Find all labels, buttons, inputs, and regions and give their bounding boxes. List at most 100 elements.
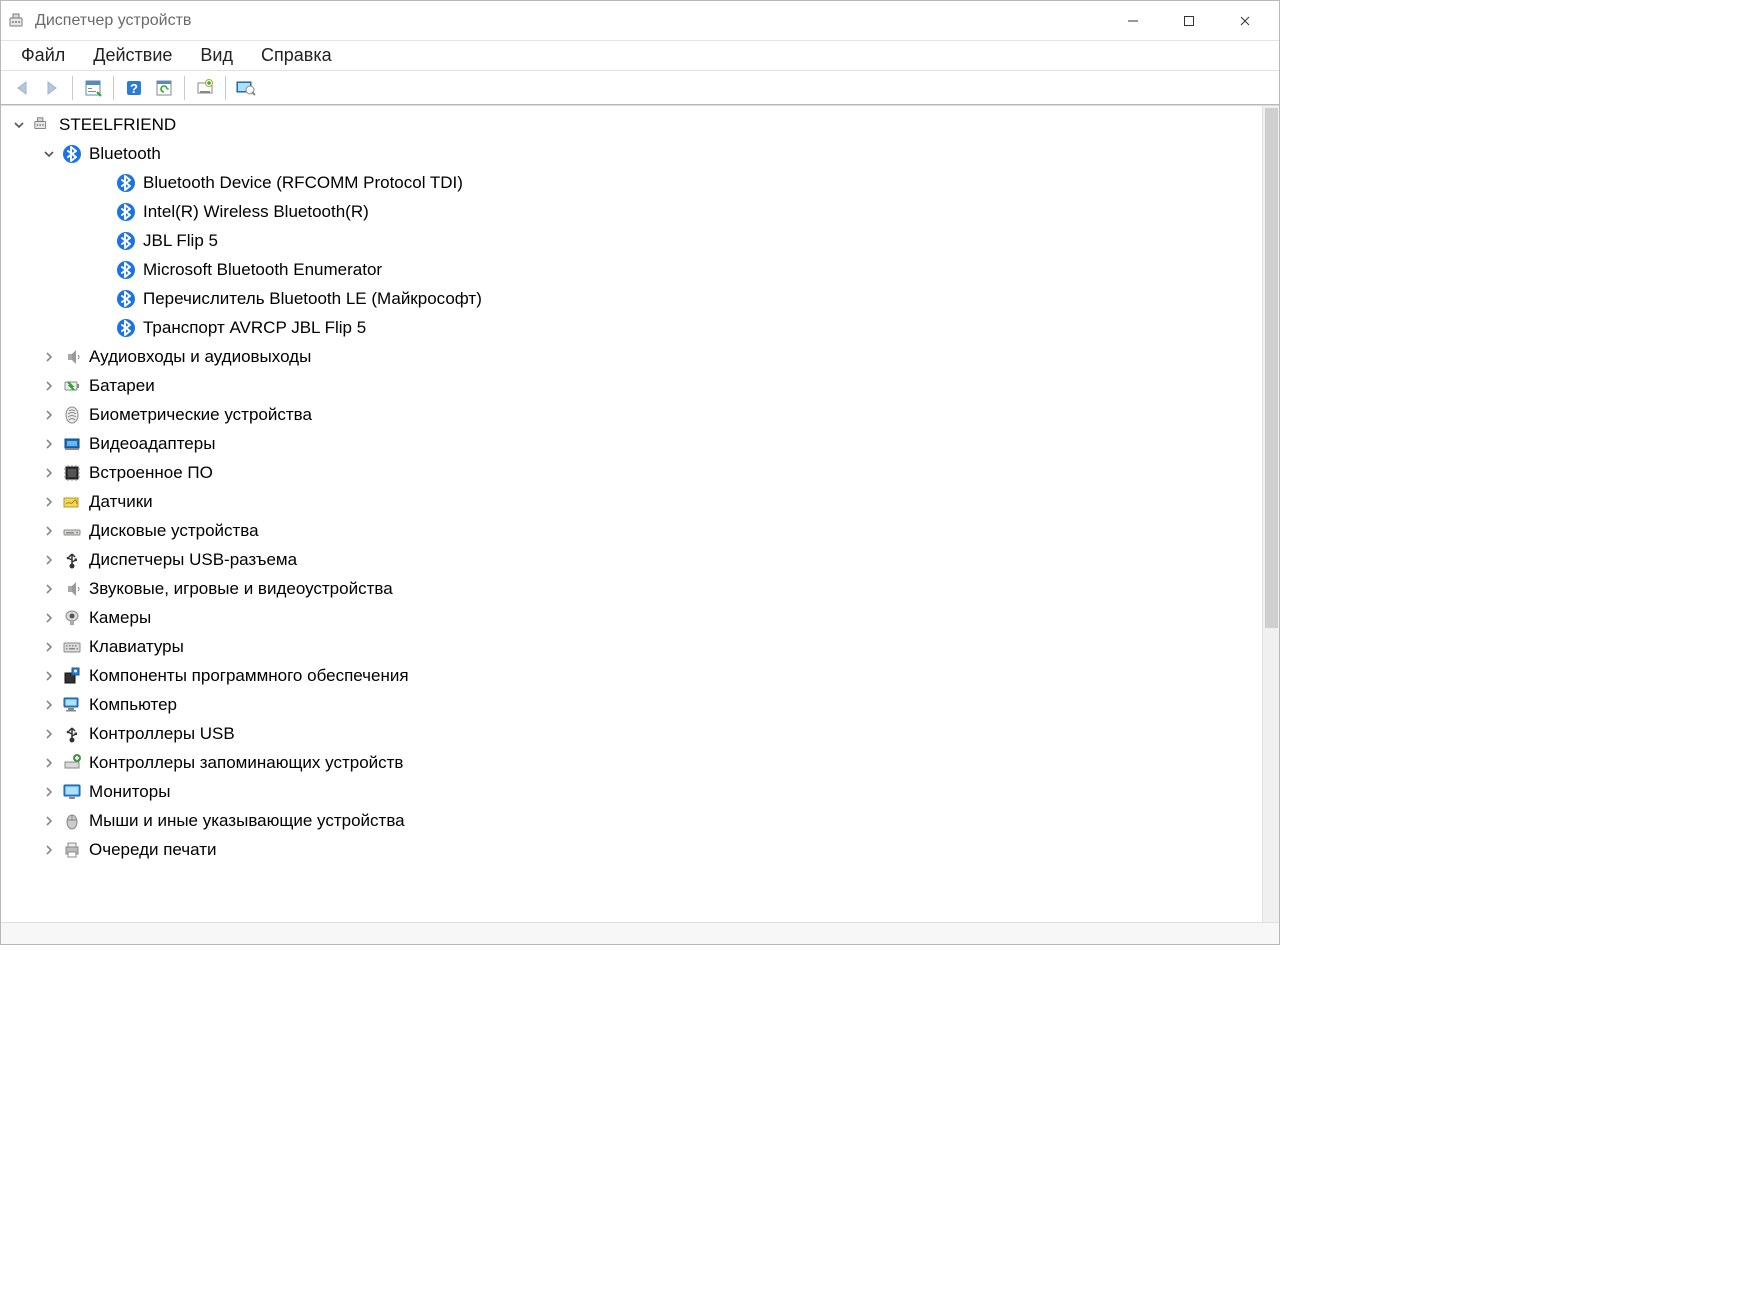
window-controls xyxy=(1105,3,1273,39)
expander-open-icon[interactable] xyxy=(11,117,27,133)
toolbar-separator xyxy=(113,76,114,100)
device-manager-window: Диспетчер устройств Файл Действие Вид Сп… xyxy=(0,0,1280,945)
tree-label: JBL Flip 5 xyxy=(143,226,230,255)
expander-closed-icon[interactable] xyxy=(41,407,57,423)
expander-closed-icon[interactable] xyxy=(41,726,57,742)
tree-label: Контроллеры запоминающих устройств xyxy=(89,748,415,777)
statusbar xyxy=(1,922,1279,944)
tree-device-bluetooth-5[interactable]: Транспорт AVRCP JBL Flip 5 xyxy=(5,313,1262,342)
audio-inout-icon xyxy=(61,346,83,368)
usb-ctrl-icon xyxy=(61,723,83,745)
expander-closed-icon[interactable] xyxy=(41,465,57,481)
tree-category-15[interactable]: Мониторы xyxy=(5,777,1262,806)
bluetooth-icon xyxy=(61,143,83,165)
maximize-button[interactable] xyxy=(1161,3,1217,39)
expander-closed-icon[interactable] xyxy=(41,552,57,568)
tree-device-bluetooth-2[interactable]: JBL Flip 5 xyxy=(5,226,1262,255)
expander-closed-icon[interactable] xyxy=(41,755,57,771)
tree-category-12[interactable]: Компьютер xyxy=(5,690,1262,719)
tree-category-4[interactable]: Встроенное ПО xyxy=(5,458,1262,487)
tree-category-8[interactable]: Звуковые, игровые и видеоустройства xyxy=(5,574,1262,603)
device-scan-button[interactable] xyxy=(231,74,261,102)
tree-root[interactable]: STEELFRIEND xyxy=(5,110,1262,139)
tree-label: Bluetooth Device (RFCOMM Protocol TDI) xyxy=(143,168,475,197)
expander-closed-icon[interactable] xyxy=(41,813,57,829)
tree-category-10[interactable]: Клавиатуры xyxy=(5,632,1262,661)
tree-category-3[interactable]: Видеоадаптеры xyxy=(5,429,1262,458)
tree-label: STEELFRIEND xyxy=(59,110,188,139)
expander-closed-icon[interactable] xyxy=(41,523,57,539)
menu-action[interactable]: Действие xyxy=(79,43,186,68)
storage-ctrl-icon xyxy=(61,752,83,774)
tree-category-9[interactable]: Камеры xyxy=(5,603,1262,632)
expander-closed-icon[interactable] xyxy=(41,378,57,394)
bluetooth-icon xyxy=(115,172,137,194)
tree-category-14[interactable]: Контроллеры запоминающих устройств xyxy=(5,748,1262,777)
tree-category-16[interactable]: Мыши и иные указывающие устройства xyxy=(5,806,1262,835)
expander-closed-icon[interactable] xyxy=(41,697,57,713)
tree-category-6[interactable]: Дисковые устройства xyxy=(5,516,1262,545)
tree-category-2[interactable]: Биометрические устройства xyxy=(5,400,1262,429)
bluetooth-icon xyxy=(115,259,137,281)
tree-category-13[interactable]: Контроллеры USB xyxy=(5,719,1262,748)
menu-help[interactable]: Справка xyxy=(247,43,346,68)
expander-closed-icon[interactable] xyxy=(41,349,57,365)
expander-closed-icon[interactable] xyxy=(41,668,57,684)
sensors-icon xyxy=(61,491,83,513)
tree-device-bluetooth-4[interactable]: Перечислитель Bluetooth LE (Майкрософт) xyxy=(5,284,1262,313)
expander-open-icon[interactable] xyxy=(41,146,57,162)
tree-label: Видеоадаптеры xyxy=(89,429,227,458)
sound-game-icon xyxy=(61,578,83,600)
tree-label: Microsoft Bluetooth Enumerator xyxy=(143,255,394,284)
menu-view[interactable]: Вид xyxy=(186,43,247,68)
battery-icon xyxy=(61,375,83,397)
action-button[interactable] xyxy=(149,74,179,102)
tree-label: Датчики xyxy=(89,487,165,516)
tree-device-bluetooth-0[interactable]: Bluetooth Device (RFCOMM Protocol TDI) xyxy=(5,168,1262,197)
tree-label: Клавиатуры xyxy=(89,632,196,661)
tree-category-bluetooth[interactable]: Bluetooth xyxy=(5,139,1262,168)
scrollbar-thumb[interactable] xyxy=(1265,108,1278,628)
biometric-icon xyxy=(61,404,83,426)
expander-closed-icon[interactable] xyxy=(41,436,57,452)
tree-wrap: STEELFRIENDBluetoothBluetooth Device (RF… xyxy=(1,105,1279,922)
back-button[interactable] xyxy=(7,74,37,102)
tree-category-0[interactable]: Аудиовходы и аудиовыходы xyxy=(5,342,1262,371)
menu-file[interactable]: Файл xyxy=(7,43,79,68)
scan-hardware-button[interactable] xyxy=(190,74,220,102)
tree-device-bluetooth-1[interactable]: Intel(R) Wireless Bluetooth(R) xyxy=(5,197,1262,226)
bluetooth-icon xyxy=(115,317,137,339)
menubar: Файл Действие Вид Справка xyxy=(1,41,1279,71)
tree-label: Компоненты программного обеспечения xyxy=(89,661,421,690)
help-button[interactable] xyxy=(119,74,149,102)
forward-button[interactable] xyxy=(37,74,67,102)
tree-category-11[interactable]: Компоненты программного обеспечения xyxy=(5,661,1262,690)
tree-device-bluetooth-3[interactable]: Microsoft Bluetooth Enumerator xyxy=(5,255,1262,284)
toolbar-separator xyxy=(184,76,185,100)
close-button[interactable] xyxy=(1217,3,1273,39)
tree-label: Intel(R) Wireless Bluetooth(R) xyxy=(143,197,381,226)
tree-category-7[interactable]: Диспетчеры USB-разъема xyxy=(5,545,1262,574)
tree-category-1[interactable]: Батареи xyxy=(5,371,1262,400)
window-title: Диспетчер устройств xyxy=(35,12,1105,30)
bluetooth-icon xyxy=(115,230,137,252)
expander-closed-icon[interactable] xyxy=(41,784,57,800)
expander-closed-icon[interactable] xyxy=(41,639,57,655)
device-tree[interactable]: STEELFRIENDBluetoothBluetooth Device (RF… xyxy=(1,106,1262,922)
tree-label: Компьютер xyxy=(89,690,189,719)
bluetooth-icon xyxy=(115,201,137,223)
expander-closed-icon[interactable] xyxy=(41,494,57,510)
mouse-icon xyxy=(61,810,83,832)
tree-category-17[interactable]: Очереди печати xyxy=(5,835,1262,864)
tree-label: Батареи xyxy=(89,371,167,400)
expander-closed-icon[interactable] xyxy=(41,842,57,858)
expander-closed-icon[interactable] xyxy=(41,610,57,626)
tree-category-5[interactable]: Датчики xyxy=(5,487,1262,516)
show-hide-tree-button[interactable] xyxy=(78,74,108,102)
tree-label: Биометрические устройства xyxy=(89,400,324,429)
expander-closed-icon[interactable] xyxy=(41,581,57,597)
tree-label: Аудиовходы и аудиовыходы xyxy=(89,342,323,371)
tree-label: Контроллеры USB xyxy=(89,719,247,748)
scrollbar[interactable] xyxy=(1262,106,1279,922)
minimize-button[interactable] xyxy=(1105,3,1161,39)
